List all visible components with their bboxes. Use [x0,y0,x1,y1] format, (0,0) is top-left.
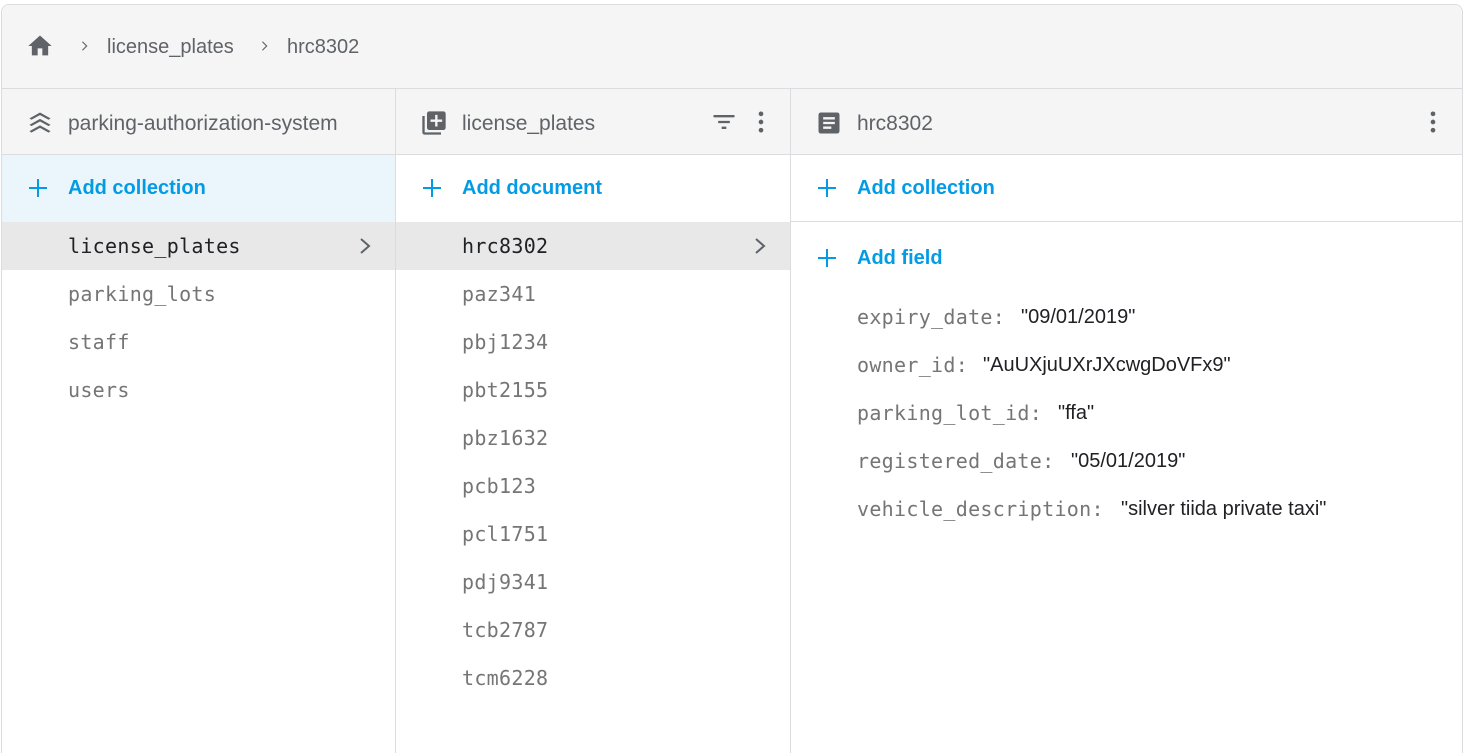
collection-menu-button[interactable] [746,107,776,137]
plus-icon [29,179,47,197]
document-list: hrc8302 paz341 pbj1234 pbt2155 pbz1632 p… [396,222,790,702]
collection-list: license_plates parking_lots staff users [2,222,395,414]
chevron-right-icon [262,41,268,51]
add-document-label: Add document [462,177,602,199]
list-item[interactable]: pbz1632 [396,414,790,462]
list-item-label: tcb2787 [462,618,549,642]
add-subcollection-label: Add collection [857,177,995,199]
list-item[interactable]: tcm6228 [396,654,790,702]
list-item[interactable]: pbt2155 [396,366,790,414]
list-item[interactable]: staff [2,318,395,366]
collection-panel: license_plates Add document hrc8302 paz3… [396,89,791,753]
list-item-label: pbt2155 [462,378,549,402]
field-row[interactable]: expiry_date: "09/01/2019" [791,293,1462,341]
breadcrumb-item-collection[interactable]: license_plates [107,35,234,59]
document-panel: hrc8302 Add collection Add field expiry_… [791,89,1462,753]
list-item-label: pbz1632 [462,426,549,450]
list-item-label: tcm6228 [462,666,549,690]
field-key: expiry_date: [857,305,1006,329]
add-collection-button[interactable]: Add collection [2,155,395,222]
add-document-button[interactable]: Add document [396,155,790,222]
document-menu-button[interactable] [1418,107,1448,137]
document-icon [818,112,840,134]
field-list: expiry_date: "09/01/2019" owner_id: "AuU… [791,293,1462,533]
field-value: "05/01/2019" [1071,450,1186,472]
list-item-label: parking_lots [68,282,217,306]
collection-panel-header: license_plates [396,89,790,155]
root-panel: parking-authorization-system Add collect… [2,89,396,753]
collection-title: license_plates [462,112,596,135]
list-item-label: paz341 [462,282,537,306]
breadcrumb-item-document[interactable]: hrc8302 [287,35,359,59]
collection-icon [422,111,446,135]
field-value: "09/01/2019" [1021,306,1136,328]
more-vert-icon [758,111,764,133]
add-field-button[interactable]: Add field [791,222,1462,288]
field-row[interactable]: owner_id: "AuUXjuUXrJXcwgDoVFx9" [791,341,1462,389]
plus-icon [818,249,836,267]
filter-button[interactable] [709,107,739,137]
field-value: "AuUXjuUXrJXcwgDoVFx9" [983,354,1231,376]
breadcrumb: license_plates hrc8302 [2,5,1462,89]
field-row[interactable]: registered_date: "05/01/2019" [791,437,1462,485]
list-item-label: staff [68,330,130,354]
document-panel-header: hrc8302 [791,89,1462,155]
list-item[interactable]: pcl1751 [396,510,790,558]
field-row[interactable]: parking_lot_id: "ffa" [791,389,1462,437]
list-item[interactable]: users [2,366,395,414]
field-value: "ffa" [1058,402,1095,424]
field-key: registered_date: [857,449,1055,473]
add-collection-label: Add collection [68,177,206,199]
list-item-label: pcl1751 [462,522,549,546]
list-item-label: pbj1234 [462,330,549,354]
list-item[interactable]: pcb123 [396,462,790,510]
list-item[interactable]: paz341 [396,270,790,318]
chevron-right-icon [755,238,766,254]
home-icon[interactable] [25,32,55,60]
chevron-right-icon [360,238,371,254]
plus-icon [818,179,836,197]
list-item[interactable]: pbj1234 [396,318,790,366]
add-field-label: Add field [857,247,943,269]
add-subcollection-button[interactable]: Add collection [791,155,1462,222]
filter-icon [713,115,735,129]
list-item[interactable]: pdj9341 [396,558,790,606]
list-item[interactable]: tcb2787 [396,606,790,654]
list-item-label: pdj9341 [462,570,549,594]
list-item[interactable]: hrc8302 [396,222,790,270]
list-item-label: users [68,378,130,402]
field-key: vehicle_description: [857,497,1104,521]
stack-layers-icon [29,112,51,133]
field-key: parking_lot_id: [857,401,1043,425]
more-vert-icon [1430,111,1436,133]
root-panel-header: parking-authorization-system [2,89,395,155]
plus-icon [423,179,441,197]
list-item-label: pcb123 [462,474,537,498]
field-value: "silver tiida private taxi" [1121,498,1327,520]
list-item[interactable]: license_plates [2,222,395,270]
list-item[interactable]: parking_lots [2,270,395,318]
field-row[interactable]: vehicle_description: "silver tiida priva… [791,485,1462,533]
firestore-data-viewer: license_plates hrc8302 parking-authoriza… [1,4,1463,753]
project-title: parking-authorization-system [68,112,338,135]
list-item-label: hrc8302 [462,234,549,258]
list-item-label: license_plates [68,234,241,258]
chevron-right-icon [82,41,88,51]
document-title: hrc8302 [857,112,933,135]
field-key: owner_id: [857,353,969,377]
